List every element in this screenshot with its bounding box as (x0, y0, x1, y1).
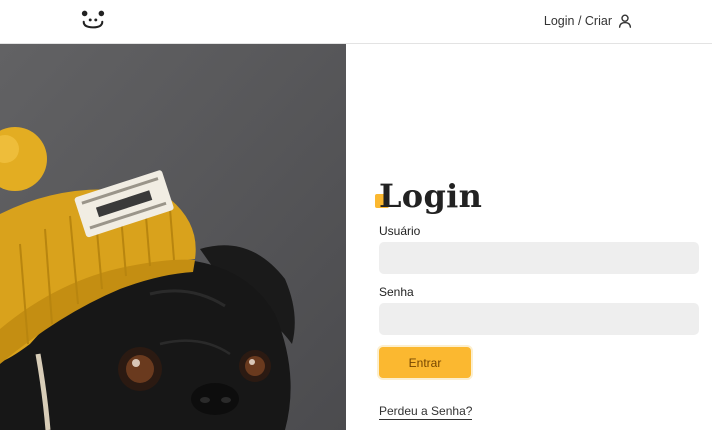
page-title: Login (379, 177, 483, 215)
login-create-link[interactable]: Login / Criar (544, 12, 632, 30)
lost-password-link[interactable]: Perdeu a Senha? (379, 404, 473, 420)
site-header: Login / Criar (0, 0, 712, 44)
pug-photo-illustration (0, 44, 346, 430)
password-label: Senha (379, 285, 414, 299)
username-field[interactable] (379, 242, 699, 274)
hero-photo (0, 44, 346, 430)
username-label: Usuário (379, 224, 421, 238)
password-field[interactable] (379, 303, 699, 335)
login-panel: Login Usuário Senha Entrar Perdeu a Senh… (346, 44, 712, 430)
login-link-label: Login / Criar (543, 14, 612, 28)
submit-button[interactable]: Entrar (379, 347, 471, 378)
login-title-wrap: Login (375, 176, 483, 216)
dog-face-icon[interactable] (80, 8, 106, 30)
user-icon (618, 14, 632, 28)
